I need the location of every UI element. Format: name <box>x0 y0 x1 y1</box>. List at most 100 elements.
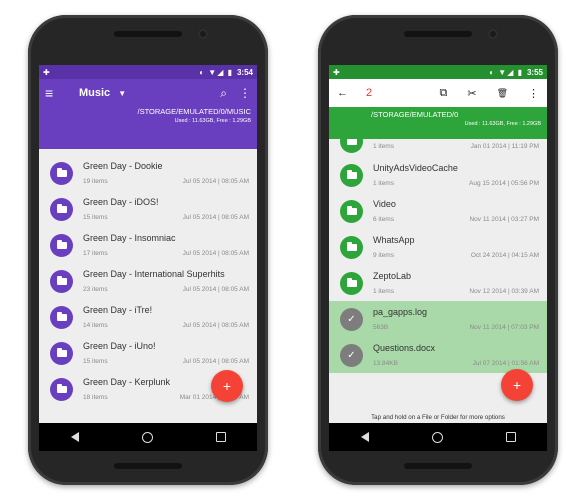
item-date: Jul 05 2014 | 08:05 AM <box>182 322 249 329</box>
recents-nav-icon[interactable] <box>505 432 516 442</box>
phone-right: ✚ ◐ ▼◢ ▮ 3:55 ← 2 ⧉ ✂ 🗑 ⋮ /STORAGE/EMULA… <box>318 15 558 485</box>
cut-icon[interactable]: ✂ <box>467 87 476 100</box>
item-date: Jan 01 2014 | 11:19 PM <box>470 143 539 150</box>
item-date: Nov 11 2014 | 03:27 PM <box>469 216 539 223</box>
back-nav-icon[interactable] <box>70 432 79 442</box>
add-button[interactable]: + <box>501 369 533 401</box>
item-name: Green Day - International Superhits <box>83 269 225 279</box>
item-date: Jul 05 2014 | 08:05 AM <box>182 286 249 293</box>
folder-icon <box>50 197 73 221</box>
item-count: 1 items <box>373 143 394 150</box>
folder-icon <box>340 271 363 295</box>
item-name: Green Day - iTre! <box>83 305 153 315</box>
selection-count: 2 <box>366 87 373 99</box>
screen-right: ✚ ◐ ▼◢ ▮ 3:55 ← 2 ⧉ ✂ 🗑 ⋮ /STORAGE/EMULA… <box>329 65 547 451</box>
nav-bar <box>39 423 257 451</box>
storage-info: Used : 11.63GB, Free : 1.29GB <box>174 118 251 124</box>
phone-left: ✚ ◐ ▼◢ ▮ 3:54 ≡ Music ▼ ⌕ ⋮ /STORAGE/EMU… <box>28 15 268 485</box>
search-icon[interactable]: ⌕ <box>220 86 227 101</box>
folder-icon <box>340 235 363 259</box>
item-count: 17 items <box>83 250 108 257</box>
add-button[interactable]: + <box>211 370 243 402</box>
list-item[interactable]: UnityAdsVideoCache 1 items Aug 15 2014 | 0… <box>329 157 547 193</box>
status-bar: ✚ ◐ ▼◢ ▮ 3:54 <box>39 65 257 79</box>
item-date: Jul 05 2014 | 08:05 AM <box>182 214 249 221</box>
item-count: 6 items <box>373 216 394 223</box>
selected-list-item[interactable]: ✓ pa_gapps.log 563B Nov 11 2014 | 07:03 PM <box>329 301 547 337</box>
item-count: 14 items <box>83 322 108 329</box>
folder-icon <box>340 139 363 153</box>
more-options-icon[interactable]: ⋮ <box>239 86 251 100</box>
check-icon: ✓ <box>340 307 363 331</box>
storage-info: Used : 11.63GB, Free : 1.29GB <box>464 121 541 127</box>
current-path: /STORAGE/EMULATED/0/MUSIC <box>137 107 252 116</box>
screen-left: ✚ ◐ ▼◢ ▮ 3:54 ≡ Music ▼ ⌕ ⋮ /STORAGE/EMU… <box>39 65 257 451</box>
hint-text: Tap and hold on a File or Folder for mor… <box>371 414 505 421</box>
folder-title[interactable]: Music <box>79 87 110 99</box>
home-nav-icon[interactable] <box>141 431 153 443</box>
item-name: Green Day - Dookie <box>83 161 163 171</box>
list-item[interactable]: Green Day - iUno! 15 items Jul 05 2014 | 0… <box>39 335 257 371</box>
delete-icon[interactable]: 🗑 <box>497 88 508 99</box>
item-date: Nov 12 2014 | 03:39 AM <box>469 288 539 295</box>
folder-icon <box>50 377 73 401</box>
folder-icon <box>50 341 73 365</box>
item-count: 1 items <box>373 288 394 295</box>
item-name: UnityAdsVideoCache <box>373 163 458 173</box>
back-nav-icon[interactable] <box>360 432 369 442</box>
list-item[interactable]: Green Day - iDOS! 15 items Jul 05 2014 | 0… <box>39 191 257 227</box>
item-date: Jul 05 2014 | 08:05 AM <box>182 178 249 185</box>
selected-list-item[interactable]: ✓ Questions.docx 13.84KB Jul 07 2014 | 01:… <box>329 337 547 373</box>
list-item[interactable]: 1 items Jan 01 2014 | 11:19 PM <box>329 139 547 157</box>
chevron-down-icon[interactable]: ▼ <box>118 89 126 98</box>
list-item[interactable]: Green Day - Dookie 19 items Jul 05 2014 | … <box>39 155 257 191</box>
list-item[interactable]: Green Day - International Superhits 23 it… <box>39 263 257 299</box>
earpiece <box>114 31 182 37</box>
status-time: 3:55 <box>526 67 543 77</box>
header-right: ✚ ◐ ▼◢ ▮ 3:55 ← 2 ⧉ ✂ 🗑 ⋮ /STORAGE/EMULA… <box>329 65 547 139</box>
selected-group: ✓ pa_gapps.log 563B Nov 11 2014 | 07:03 PM… <box>329 301 547 373</box>
bottom-speaker <box>114 463 182 469</box>
item-count: 23 items <box>83 286 108 293</box>
recents-nav-icon[interactable] <box>215 432 226 442</box>
list-item[interactable]: Green Day - iTre! 14 items Jul 05 2014 | 0… <box>39 299 257 335</box>
list-item[interactable]: WhatsApp 9 items Oct 24 2014 | 04:15 AM <box>329 229 547 265</box>
folder-icon <box>50 269 73 293</box>
menu-icon[interactable]: ≡ <box>45 85 67 101</box>
status-bar: ✚ ◐ ▼◢ ▮ 3:55 <box>329 65 547 79</box>
nav-bar <box>329 423 547 451</box>
check-icon: ✓ <box>340 343 363 367</box>
copy-icon[interactable]: ⧉ <box>439 87 447 100</box>
folder-icon <box>50 305 73 329</box>
item-name: pa_gapps.log <box>373 307 428 317</box>
list-item[interactable]: ZeptoLab 1 items Nov 12 2014 | 03:39 AM <box>329 265 547 301</box>
status-time: 3:54 <box>236 67 253 77</box>
selection-toolbar: ← 2 ⧉ ✂ 🗑 ⋮ <box>329 79 547 107</box>
notification-icon: ✚ <box>43 67 50 77</box>
list-item[interactable]: Green Day - Insomniac 17 items Jul 05 2014… <box>39 227 257 263</box>
item-name: Green Day - iDOS! <box>83 197 159 207</box>
back-arrow-icon[interactable]: ← <box>337 87 348 99</box>
item-name: Questions.docx <box>373 343 436 353</box>
front-camera <box>488 29 498 39</box>
header-left: ✚ ◐ ▼◢ ▮ 3:54 ≡ Music ▼ ⌕ ⋮ /STORAGE/EMU… <box>39 65 257 149</box>
more-options-icon[interactable]: ⋮ <box>528 87 539 100</box>
item-count: 15 items <box>83 214 108 221</box>
item-date: Jul 07 2014 | 01:56 AM <box>472 360 539 367</box>
item-count: 19 items <box>83 178 108 185</box>
home-nav-icon[interactable] <box>431 431 443 443</box>
item-count: 1 items <box>373 180 394 187</box>
folder-icon <box>50 233 73 257</box>
item-name: Green Day - Kerplunk <box>83 377 171 387</box>
item-count: 13.84KB <box>373 360 398 367</box>
folder-icon <box>340 199 363 223</box>
item-count: 18 items <box>83 394 108 401</box>
item-count: 563B <box>373 324 389 331</box>
item-date: Nov 11 2014 | 07:03 PM <box>469 324 539 331</box>
item-date: Jul 05 2014 | 08:05 AM <box>182 250 249 257</box>
toolbar: ≡ Music ▼ ⌕ ⋮ <box>39 79 257 107</box>
list-item[interactable]: Video 6 items Nov 11 2014 | 03:27 PM <box>329 193 547 229</box>
item-date: Aug 15 2014 | 05:56 PM <box>469 180 539 187</box>
item-date: Jul 05 2014 | 08:05 AM <box>182 358 249 365</box>
item-name: Green Day - iUno! <box>83 341 156 351</box>
